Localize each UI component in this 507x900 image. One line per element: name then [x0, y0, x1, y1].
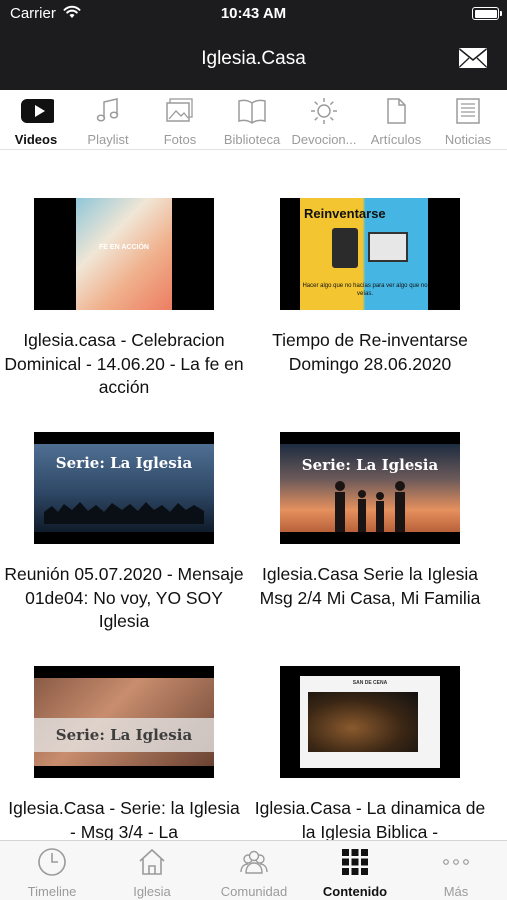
video-title[interactable]: Iglesia.casa - Celebracion Dominical - 1… [4, 329, 244, 400]
video-title[interactable]: Tiempo de Re-inventarse Domingo 28.06.20… [250, 329, 490, 376]
play-icon [21, 99, 54, 123]
document-icon [387, 98, 406, 124]
tab-label: Timeline [27, 884, 77, 899]
bread-wine-image [308, 692, 418, 752]
grid-icon [342, 849, 368, 875]
laptop-image [368, 232, 408, 262]
video-title[interactable]: Iglesia.Casa - La dinamica de la Iglesia… [250, 797, 490, 840]
tab-label: Comunidad [220, 884, 288, 899]
video-thumbnail[interactable]: Serie: La Iglesia [34, 432, 214, 544]
battery-icon [472, 7, 502, 20]
book-icon [238, 99, 266, 124]
video-thumbnail[interactable]: Serie: La Iglesia [34, 666, 214, 778]
video-title[interactable]: Iglesia.Casa Serie la Iglesia Msg 2/4 Mi… [250, 563, 490, 610]
video-thumbnail[interactable]: FE EN ACCIÓN [34, 198, 214, 310]
clock-icon [38, 848, 66, 876]
tab-biblioteca[interactable]: Biblioteca [216, 90, 288, 150]
navigation-bar: Iglesia.Casa [0, 28, 507, 90]
status-bar: Carrier 10:43 AM [0, 0, 507, 28]
mail-icon[interactable] [458, 46, 488, 70]
tab-fotos[interactable]: Fotos [144, 90, 216, 150]
thumbnail-text: FE EN ACCIÓN [99, 244, 149, 251]
people-icon [240, 850, 268, 874]
house-icon [139, 848, 165, 875]
more-icon [443, 859, 469, 865]
video-grid: FE EN ACCIÓN Iglesia.casa - Celebracion … [0, 150, 507, 840]
thumbnail-text: Serie: La Iglesia [55, 726, 193, 744]
video-thumbnail[interactable]: SAN DE CENA [280, 666, 460, 778]
people-silhouette [44, 502, 204, 524]
content-tabs: Videos Playlist Fotos Biblioteca Devocio… [0, 90, 507, 150]
video-title[interactable]: Iglesia.Casa - Serie: la Iglesia - Msg 3… [4, 797, 244, 840]
tab-comunidad[interactable]: Comunidad [204, 841, 304, 900]
thumbnail-image [76, 198, 172, 310]
page-title: Iglesia.Casa [201, 48, 306, 69]
bottom-tab-bar: Timeline Iglesia Comunidad Contenido Más [0, 840, 507, 900]
tab-label: Iglesia [133, 884, 171, 899]
video-thumbnail[interactable]: Reinventarse Hacer algo que no hacías pa… [280, 198, 460, 310]
music-note-icon [96, 98, 119, 122]
tab-timeline[interactable]: Timeline [2, 841, 102, 900]
tab-articulos[interactable]: Artículos [360, 90, 432, 150]
thumbnail-text: Serie: La Iglesia [55, 454, 193, 472]
thumbnail-text: Reinventarse [304, 206, 386, 221]
tab-iglesia[interactable]: Iglesia [102, 841, 202, 900]
thumbnail-text: Serie: La Iglesia [301, 456, 439, 474]
tab-contenido[interactable]: Contenido [305, 841, 405, 900]
tab-playlist[interactable]: Playlist [72, 90, 144, 150]
typewriter-image [332, 228, 358, 268]
video-title[interactable]: Reunión 05.07.2020 - Mensaje 01de04: No … [4, 563, 244, 634]
sun-icon [311, 98, 337, 124]
tab-label: Más [443, 884, 469, 899]
tab-label: Contenido [322, 884, 388, 899]
tab-mas[interactable]: Más [406, 841, 506, 900]
photos-icon [166, 98, 193, 122]
video-thumbnail[interactable]: Serie: La Iglesia [280, 432, 460, 544]
tab-devocionales[interactable]: Devocion... [288, 90, 360, 150]
clock-time: 10:43 AM [220, 5, 287, 22]
thumbnail-caption: Hacer algo que no hacías para ver algo q… [302, 283, 428, 297]
thumbnail-text: SAN DE CENA [352, 680, 388, 686]
tab-noticias[interactable]: Noticias [432, 90, 504, 150]
tab-label: Noticias [444, 132, 492, 147]
newspaper-icon [456, 98, 480, 124]
tab-videos[interactable]: Videos [0, 90, 72, 150]
family-silhouette [335, 481, 405, 532]
